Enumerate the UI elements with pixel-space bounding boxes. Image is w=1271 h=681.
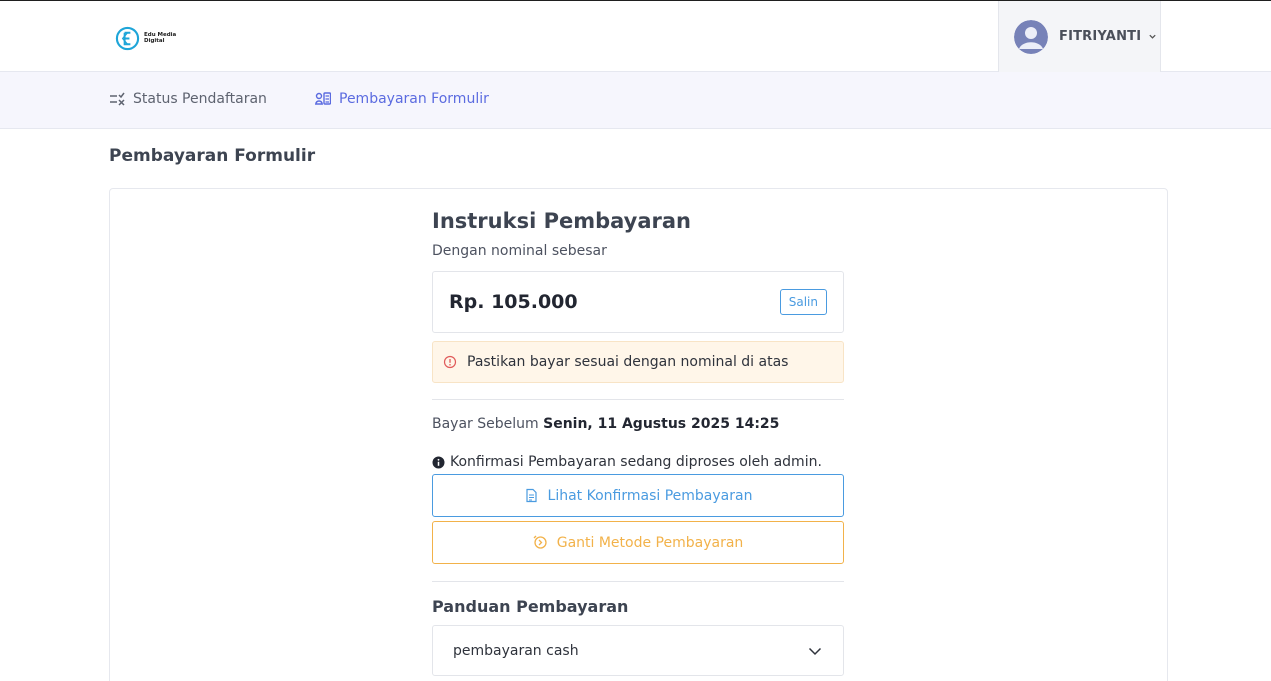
edu-media-logo-icon [115, 26, 140, 50]
chevron-down-icon[interactable] [1148, 32, 1157, 41]
instructions-title: Instruksi Pembayaran [432, 209, 691, 233]
user-avatar-icon [1014, 19, 1048, 54]
brand-logo[interactable]: Edu Media Digital [115, 25, 176, 51]
chevron-down-icon [808, 647, 822, 655]
checklist-icon [110, 92, 125, 106]
payment-guide-accordion[interactable]: pembayaran cash [432, 625, 844, 676]
page-title: Pembayaran Formulir [109, 146, 316, 166]
payment-guide-title: Panduan Pembayaran [432, 597, 629, 616]
payment-form-icon [315, 92, 331, 105]
brand-text: Edu Media Digital [144, 32, 176, 44]
alert-circle-icon [443, 355, 457, 369]
deadline-label: Bayar Sebelum [432, 416, 539, 432]
view-confirmation-label: Lihat Konfirmasi Pembayaran [547, 487, 753, 504]
copy-amount-button[interactable]: Salin [779, 289, 827, 315]
warning-text: Pastikan bayar sesuai dengan nominal di … [467, 354, 789, 370]
brand-line-2: Digital [144, 38, 165, 44]
user-menu[interactable]: FITRIYANTI [998, 1, 1161, 72]
change-payment-method-button[interactable]: Ganti Metode Pembayaran [432, 521, 844, 564]
deadline-value: Senin, 11 Agustus 2025 14:25 [543, 416, 780, 432]
main-navbar: Status Pendaftaran Pembayaran Formulir [0, 72, 1271, 129]
accordion-label: pembayaran cash [453, 642, 579, 659]
view-confirmation-button[interactable]: Lihat Konfirmasi Pembayaran [432, 474, 844, 517]
amount-warning-alert: Pastikan bayar sesuai dengan nominal di … [432, 341, 844, 383]
nav-item-status-pendaftaran[interactable]: Status Pendaftaran [109, 91, 267, 107]
payment-deadline: Bayar Sebelum Senin, 11 Agustus 2025 14:… [432, 416, 844, 432]
info-icon [432, 456, 445, 468]
instructions-subtitle: Dengan nominal sebesar [432, 243, 607, 259]
top-header: Edu Media Digital FITRIYANTI [0, 0, 1271, 72]
nav-item-pembayaran-formulir[interactable]: Pembayaran Formulir [315, 91, 489, 107]
confirmation-notice: Konfirmasi Pembayaran sedang diproses ol… [432, 454, 844, 470]
payment-amount: Rp. 105.000 [449, 291, 578, 313]
confirmation-notice-text: Konfirmasi Pembayaran sedang diproses ol… [450, 454, 822, 470]
change-method-label: Ganti Metode Pembayaran [556, 534, 744, 551]
switch-method-icon [533, 535, 547, 549]
document-icon [525, 488, 537, 503]
amount-box: Rp. 105.000 Salin [432, 271, 844, 333]
user-name: FITRIYANTI [1059, 29, 1142, 44]
nav-item-label: Pembayaran Formulir [339, 91, 489, 107]
divider [432, 399, 844, 400]
divider [432, 581, 844, 582]
nav-item-label: Status Pendaftaran [133, 91, 267, 107]
